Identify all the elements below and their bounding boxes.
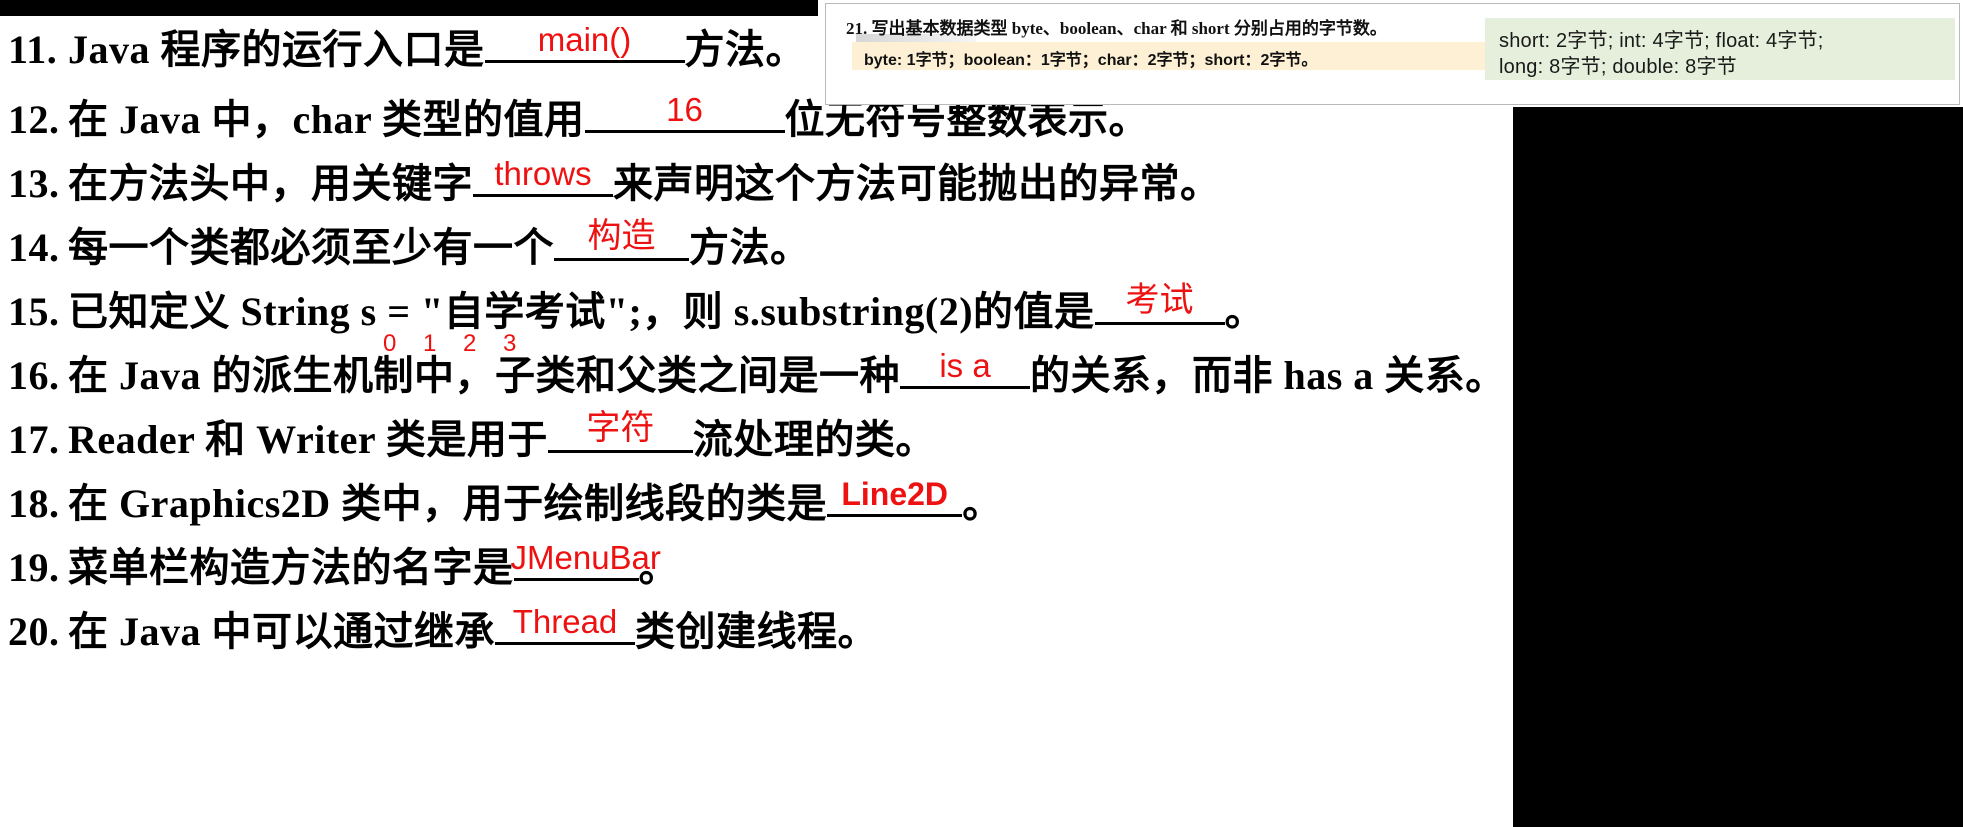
question-text-pre-12: 在 Java 中，char 类型的值用 bbox=[68, 97, 585, 142]
answer-blank-16[interactable]: is a bbox=[900, 342, 1030, 389]
question-line-17: 17. Reader 和 Writer 类是用于 字符 流处理的类。 bbox=[8, 406, 936, 460]
question-number-12: 12. bbox=[8, 97, 60, 142]
answer-text-13: throws bbox=[494, 155, 592, 192]
answer-blank-11[interactable]: main() bbox=[484, 16, 685, 63]
question-line-16: 16. 在 Java 的派生机制中，子类和父类之间是一种 is a 的关系，而非 ha… bbox=[8, 342, 1506, 396]
question-text-pre-13: 在方法头中，用关键字 bbox=[68, 161, 473, 206]
question-text-post-17: 流处理的类。 bbox=[692, 417, 936, 462]
question-text-pre-17: Reader 和 Writer 类是用于 bbox=[68, 417, 548, 462]
question-text-pre-19: 菜单栏构造方法的名字是 bbox=[68, 545, 514, 590]
inset-question-text: 21. 写出基本数据类型 byte、boolean、char 和 short 分… bbox=[846, 19, 1387, 38]
answer-text-19: JMenuBar bbox=[510, 539, 661, 576]
question-number-19: 19. bbox=[8, 545, 60, 590]
question-line-20: 20. 在 Java 中可以通过继承 Thread 类创建线程。 bbox=[8, 598, 878, 652]
question-line-15: 15. 已知定义 String s = "自学考试";，则 s.substring… bbox=[8, 278, 1265, 332]
question-text-post-11: 方法。 bbox=[684, 27, 806, 72]
right-black-occlusion-panel bbox=[1513, 107, 1963, 827]
inset-answer-text: byte: 1字节；boolean：1字节；char：2字节；short：2字节… bbox=[864, 52, 1318, 69]
answer-text-11: main() bbox=[537, 21, 632, 58]
question-line-19: 19. 菜单栏构造方法的名字是 JMenuBar。 bbox=[8, 534, 679, 588]
answer-text-12: 16 bbox=[666, 91, 703, 128]
answer-text-16: is a bbox=[939, 347, 991, 384]
green-card-line-2: long: 8字节; double: 8字节 bbox=[1499, 56, 1737, 78]
question-text-post-20: 类创建线程。 bbox=[635, 609, 878, 654]
question-text-pre-15: 已知定义 String s = "自学考试";，则 s.substring(2)… bbox=[68, 289, 1095, 334]
green-card-line-1: short: 2字节; int: 4字节; float: 4字节; bbox=[1499, 30, 1824, 52]
question-number-20: 20. bbox=[8, 609, 60, 654]
answer-blank-19[interactable]: JMenuBar bbox=[511, 534, 661, 581]
answer-text-18: Line2D bbox=[841, 476, 949, 512]
question-text-post-15: 。 bbox=[1224, 289, 1266, 334]
answer-text-20: Thread bbox=[512, 603, 618, 640]
question-number-15: 15. bbox=[8, 289, 60, 334]
answer-text-17: 字符 bbox=[586, 410, 655, 447]
answer-text-15: 考试 bbox=[1125, 282, 1194, 319]
question-text-post-13: 来声明这个方法可能抛出的异常。 bbox=[613, 161, 1221, 206]
question-text-post-14: 方法。 bbox=[689, 225, 811, 270]
question-number-16: 16. bbox=[8, 353, 60, 398]
answer-blank-13[interactable]: throws bbox=[473, 150, 613, 197]
green-answer-card: short: 2字节; int: 4字节; float: 4字节; long: … bbox=[1485, 18, 1955, 80]
question-text-pre-16: 在 Java 的派生机制中，子类和父类之间是一种 bbox=[68, 353, 900, 398]
answer-blank-20[interactable]: Thread bbox=[495, 598, 635, 645]
answer-blank-12[interactable]: 16 bbox=[584, 86, 785, 133]
question-text-pre-18: 在 Graphics2D 类中，用于绘制线段的类是 bbox=[68, 481, 828, 526]
question-text-post-16: 的关系，而非 has a 关系。 bbox=[1030, 353, 1506, 398]
top-black-strip bbox=[0, 0, 818, 16]
inset-answer-highlight-band: byte: 1字节；boolean：1字节；char：2字节；short：2字节… bbox=[852, 42, 1507, 70]
question-line-11: 11. Java 程序的运行入口是 main() 方法。 bbox=[8, 16, 806, 70]
answer-text-14: 构造 bbox=[587, 218, 656, 255]
question-number-13: 13. bbox=[8, 161, 60, 206]
answer-blank-17[interactable]: 字符 bbox=[547, 406, 693, 453]
question-line-13: 13. 在方法头中，用关键字 throws 来声明这个方法可能抛出的异常。 bbox=[8, 150, 1221, 204]
answer-blank-15[interactable]: 考试 bbox=[1094, 278, 1225, 325]
question-text-pre-11: Java 程序的运行入口是 bbox=[68, 27, 485, 72]
question-line-14: 14. 每一个类都必须至少有一个 构造 方法。 bbox=[8, 214, 811, 268]
question-number-17: 17. bbox=[8, 417, 60, 462]
question-number-11: 11. bbox=[8, 27, 58, 72]
answer-blank-14[interactable]: 构造 bbox=[554, 214, 689, 261]
answer-blank-18[interactable]: Line2D bbox=[827, 470, 963, 517]
question-text-pre-20: 在 Java 中可以通过继承 bbox=[68, 609, 495, 654]
question-text-post-18: 。 bbox=[962, 481, 1003, 526]
question-text-pre-14: 每一个类都必须至少有一个 bbox=[68, 225, 554, 270]
question-number-18: 18. bbox=[8, 481, 60, 526]
question-line-18: 18. 在 Graphics2D 类中，用于绘制线段的类是 Line2D 。 bbox=[8, 470, 1003, 524]
question-number-14: 14. bbox=[8, 225, 60, 270]
